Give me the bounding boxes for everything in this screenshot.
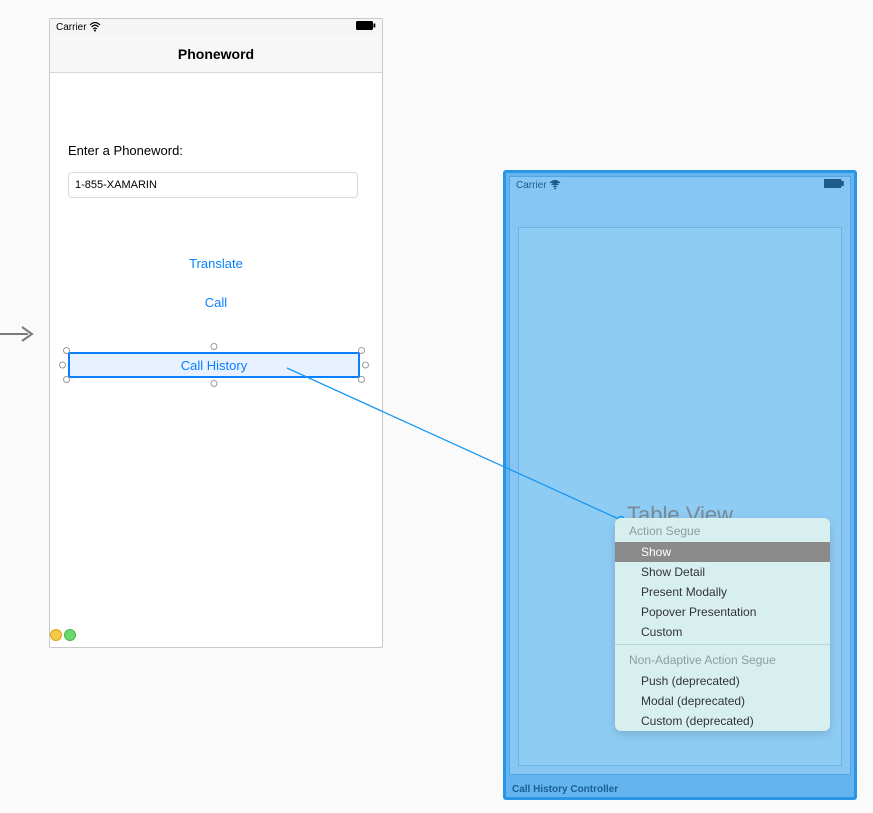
phoneword-textfield[interactable] (68, 172, 358, 198)
segue-popup-menu[interactable]: Action Segue Show Show Detail Present Mo… (615, 518, 830, 731)
wifi-icon (549, 180, 561, 191)
resize-handle[interactable] (63, 376, 70, 383)
battery-icon (824, 179, 844, 191)
status-bar: Carrier (50, 19, 382, 35)
call-button[interactable]: Call (68, 295, 364, 310)
battery-icon (356, 21, 376, 33)
carrier-label: Carrier (56, 22, 87, 33)
translate-button[interactable]: Translate (68, 256, 364, 271)
resize-handle[interactable] (211, 380, 218, 387)
call-history-button-selection[interactable]: Call History (68, 352, 360, 378)
resize-handle[interactable] (211, 343, 218, 350)
segue-item-present-modally[interactable]: Present Modally (615, 582, 830, 602)
call-history-button[interactable]: Call History (68, 352, 360, 378)
segue-item-modal-deprecated[interactable]: Modal (deprecated) (615, 691, 830, 711)
navigation-bar: Phoneword (50, 35, 382, 73)
resize-handle[interactable] (358, 347, 365, 354)
resize-handle[interactable] (59, 362, 66, 369)
resize-handle[interactable] (63, 347, 70, 354)
segue-item-custom-deprecated[interactable]: Custom (deprecated) (615, 711, 830, 731)
segue-item-custom[interactable]: Custom (615, 622, 830, 642)
resize-handle[interactable] (358, 376, 365, 383)
resize-handle[interactable] (362, 362, 369, 369)
phoneword-prompt-label: Enter a Phoneword: (68, 143, 364, 158)
phoneword-scene[interactable]: Carrier Phoneword Enter a Phoneword: Tra… (49, 18, 383, 648)
segue-item-popover[interactable]: Popover Presentation (615, 602, 830, 622)
nav-title: Phoneword (178, 46, 254, 62)
incoming-segue-arrow (0, 324, 40, 344)
carrier-label: Carrier (516, 180, 547, 191)
segue-item-show[interactable]: Show (615, 542, 830, 562)
view-controller-icon[interactable] (50, 629, 62, 641)
wifi-icon (89, 22, 101, 33)
first-responder-icon[interactable] (64, 629, 76, 641)
scene-dock[interactable] (50, 629, 76, 641)
segue-section-nonadaptive: Non-Adaptive Action Segue (615, 647, 830, 671)
menu-divider (615, 644, 830, 645)
scene-title-label: Call History Controller (512, 784, 618, 795)
status-bar: Carrier (510, 177, 850, 193)
segue-section-action: Action Segue (615, 518, 830, 542)
segue-item-push-deprecated[interactable]: Push (deprecated) (615, 671, 830, 691)
segue-item-show-detail[interactable]: Show Detail (615, 562, 830, 582)
